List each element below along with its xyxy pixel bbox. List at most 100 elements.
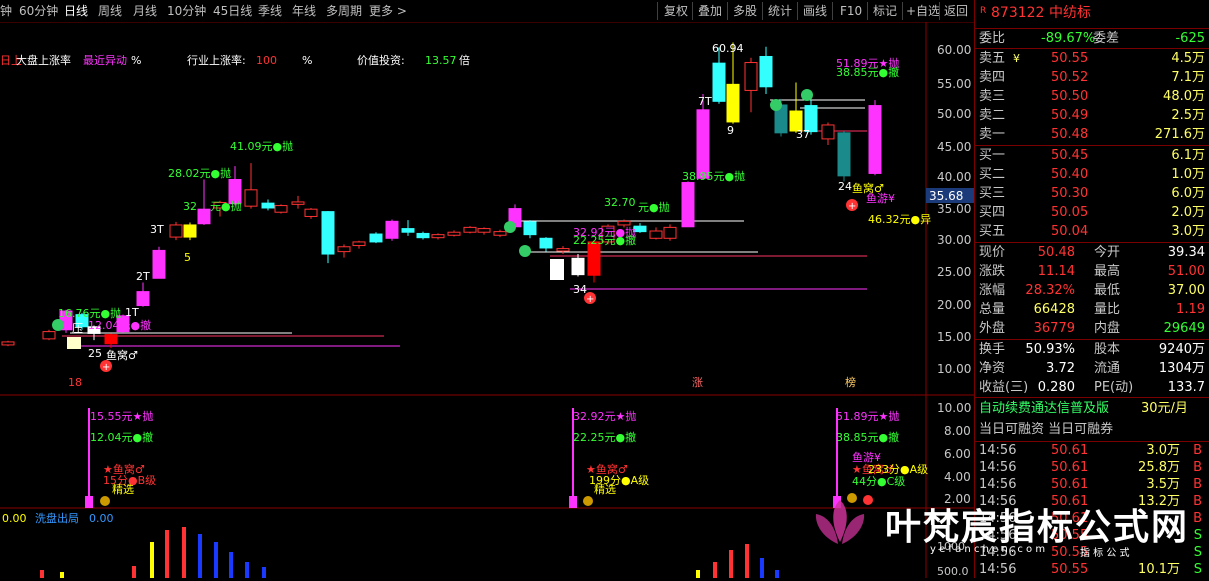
period-tab-min[interactable]: 钟 bbox=[0, 3, 12, 19]
watermark-title: 叶梵宸指标公式网 bbox=[885, 507, 1190, 548]
r-flag-icon: R bbox=[980, 6, 987, 16]
stat-value: 50.48 bbox=[1037, 245, 1075, 260]
promo-text[interactable]: 自动续费通达信普及版 bbox=[979, 399, 1109, 418]
ask-price: 50.49 bbox=[1051, 108, 1089, 123]
volume-bar bbox=[214, 542, 218, 578]
candle-body bbox=[821, 124, 835, 140]
ask-row[interactable]: 卖二 50.49 2.5万 bbox=[975, 106, 1209, 125]
candle-body bbox=[556, 248, 570, 252]
price-annotations: 41.09元●抛 28.02元●抛 32 元●抛 16.76元●抛 12.04元… bbox=[58, 42, 931, 389]
period-tab-more[interactable]: 更多 > bbox=[369, 3, 407, 19]
volume-info-value2: 0.00 bbox=[89, 512, 114, 525]
bid-volume: 1.0万 bbox=[1171, 167, 1205, 182]
period-tab-60min[interactable]: 60分钟 bbox=[19, 3, 58, 19]
bid-volume: 3.0万 bbox=[1171, 224, 1205, 239]
period-tab-daily[interactable]: 日线 bbox=[64, 3, 88, 19]
period-tab-monthly[interactable]: 月线 bbox=[133, 3, 157, 19]
stat-label: 涨跌 bbox=[979, 264, 1006, 279]
draw-line-button[interactable]: 画线 bbox=[803, 3, 827, 19]
period-tab-multi[interactable]: 多周期 bbox=[326, 3, 362, 19]
volume-bar bbox=[182, 527, 186, 578]
candle-body bbox=[261, 202, 275, 209]
ask-row[interactable]: 卖五 ¥ 50.55 4.5万 bbox=[975, 49, 1209, 68]
indicator-axis-tick: 4.00 bbox=[944, 470, 971, 484]
annotation-label: 9 bbox=[727, 124, 734, 137]
info-industry-rate-value: 100 bbox=[256, 54, 277, 67]
margin-row: 当日可融资 当日可融券 bbox=[975, 420, 1209, 439]
tick-volume: 25.8万 bbox=[1138, 460, 1180, 475]
overlay-button[interactable]: 叠加 bbox=[698, 3, 722, 19]
stat-label: 最高 bbox=[1094, 264, 1121, 279]
stat-value: 3.72 bbox=[1046, 361, 1075, 376]
annotation-label: 34 bbox=[573, 283, 587, 296]
candle-body bbox=[183, 224, 197, 238]
annotation-label: 22.25元●撤 bbox=[573, 233, 636, 247]
volume-bar bbox=[775, 570, 779, 578]
mark-button[interactable]: 标记 bbox=[873, 3, 897, 19]
watermark: 叶梵宸指标公式网 y e f a n c h e n . c o m 指 标 公… bbox=[810, 492, 1209, 572]
period-tab-year[interactable]: 年线 bbox=[292, 3, 316, 19]
candle-body bbox=[304, 208, 318, 217]
price-axis-tick: 60.00 bbox=[937, 43, 971, 57]
annotation-label: 5 bbox=[184, 251, 191, 264]
period-tab-quarter[interactable]: 季线 bbox=[258, 3, 282, 19]
tick-time: 14:56 bbox=[979, 460, 1017, 475]
candle-body bbox=[726, 83, 740, 123]
back-button[interactable]: 返回 bbox=[944, 3, 968, 19]
bid-row[interactable]: 买二 50.40 1.0万 bbox=[975, 165, 1209, 184]
fq-button[interactable]: 复权 bbox=[664, 3, 688, 19]
promo-price[interactable]: 30元/月 bbox=[1141, 399, 1188, 418]
candle-body bbox=[104, 334, 118, 345]
multi-stock-button[interactable]: 多股 bbox=[733, 3, 757, 19]
price-axis-tick: 45.00 bbox=[937, 140, 971, 154]
candle-body bbox=[197, 208, 211, 225]
promo-row[interactable]: 自动续费通达信普及版 30元/月 bbox=[975, 399, 1209, 418]
money-bag-icon bbox=[100, 496, 110, 506]
weicha-value: -625 bbox=[1175, 31, 1205, 46]
ask-row[interactable]: 卖四 50.52 7.1万 bbox=[975, 68, 1209, 87]
toolbar-divider bbox=[902, 2, 903, 20]
ask-row[interactable]: 卖一 50.48 271.6万 bbox=[975, 125, 1209, 144]
weibi-row: 委比 -89.67% 委差 -625 bbox=[975, 29, 1209, 48]
volume-bar bbox=[745, 544, 749, 578]
period-tab-weekly[interactable]: 周线 bbox=[98, 3, 122, 19]
candle-body bbox=[712, 62, 726, 102]
stat-row: 换手 50.93% 股本 9240万 bbox=[975, 340, 1209, 359]
stock-code[interactable]: 873122 bbox=[991, 4, 1044, 23]
annotation-label: 46.32元●异 bbox=[868, 213, 931, 226]
stock-name[interactable]: 中纺标 bbox=[1049, 4, 1091, 23]
stat-row: 涨跌 11.14 最高 51.00 bbox=[975, 262, 1209, 281]
info-industry-rate-label: 行业上涨率: bbox=[187, 53, 246, 67]
ask-label: 卖一 bbox=[979, 127, 1006, 142]
info-recent-abnormal-label: 最近异动 bbox=[83, 54, 127, 67]
period-tab-10min[interactable]: 10分钟 bbox=[167, 3, 206, 19]
add-watchlist-button[interactable]: +自选 bbox=[906, 3, 940, 19]
candle-body bbox=[136, 291, 150, 307]
period-tab-45day[interactable]: 45日线 bbox=[213, 3, 252, 19]
period-toolbar: 钟 60分钟 日线 周线 月线 10分钟 45日线 季线 年线 多周期 更多 >… bbox=[0, 0, 974, 23]
bid-row[interactable]: 买三 50.30 6.0万 bbox=[975, 184, 1209, 203]
bid-row[interactable]: 买四 50.05 2.0万 bbox=[975, 203, 1209, 222]
candles-group bbox=[1, 42, 882, 348]
money-bag-icon bbox=[583, 496, 593, 506]
volume-bar bbox=[40, 570, 44, 578]
ask-price: 50.50 bbox=[1051, 89, 1089, 104]
annotation-label: 元●抛 bbox=[638, 200, 670, 214]
f10-button[interactable]: F10 bbox=[840, 3, 862, 19]
stock-header: R 873122 中纺标 bbox=[975, 4, 1209, 24]
tick-side: B bbox=[1193, 477, 1202, 492]
annotation-label: 41.09元●抛 bbox=[230, 139, 293, 153]
candle-body bbox=[152, 249, 166, 279]
bid-row[interactable]: 买五 50.04 3.0万 bbox=[975, 222, 1209, 241]
candle-body bbox=[649, 230, 663, 239]
stat-row: 收益(三) 0.280 PE(动) 133.7 bbox=[975, 378, 1209, 397]
annotation-label: 涨 bbox=[692, 376, 703, 389]
candle-body bbox=[837, 132, 851, 177]
candle-body bbox=[401, 228, 415, 233]
buy-marker-glyph: + bbox=[102, 362, 110, 373]
bid-row[interactable]: 买一 50.45 6.1万 bbox=[975, 146, 1209, 165]
ask-row[interactable]: 卖三 50.50 48.0万 bbox=[975, 87, 1209, 106]
price-axis-tick: 55.00 bbox=[937, 77, 971, 91]
statistics-button[interactable]: 统计 bbox=[768, 3, 792, 19]
stat-value: 11.14 bbox=[1037, 264, 1075, 279]
